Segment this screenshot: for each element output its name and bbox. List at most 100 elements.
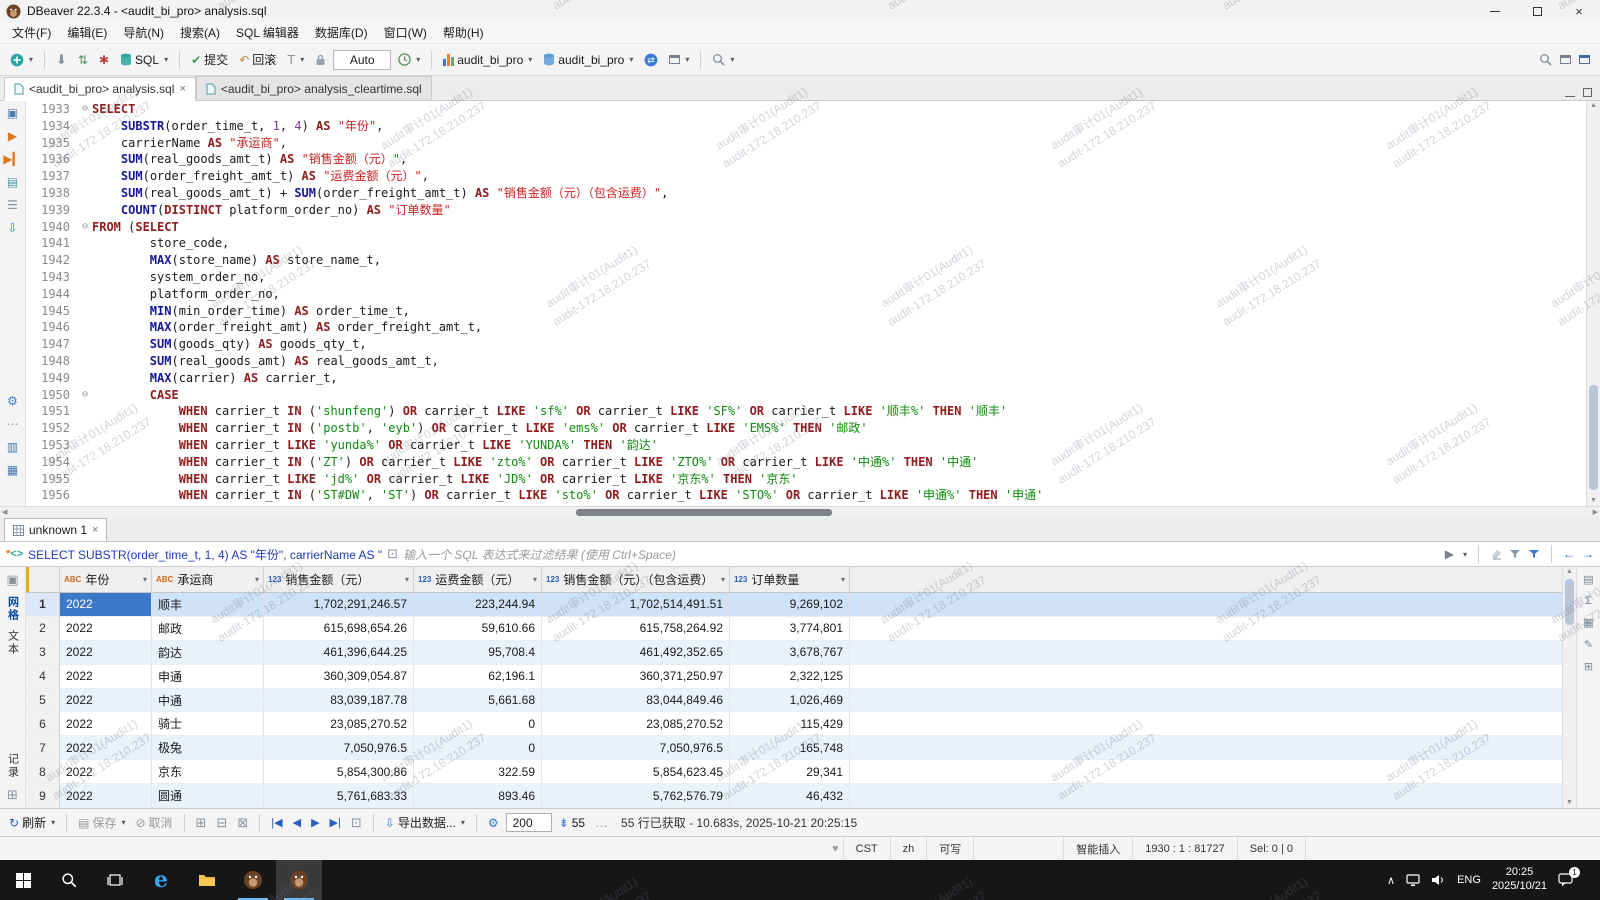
- table-cell[interactable]: 83,039,187.78: [264, 688, 414, 712]
- menu-navigate[interactable]: 导航(N): [115, 22, 172, 43]
- tray-display-icon[interactable]: [1406, 873, 1420, 887]
- value-panel-icon[interactable]: ▤: [1583, 573, 1593, 586]
- results-tab-close-icon[interactable]: ×: [92, 524, 98, 536]
- row-number[interactable]: 8: [26, 760, 60, 784]
- code-line[interactable]: 1939 COUNT(DISTINCT platform_order_no) A…: [26, 202, 1586, 219]
- table-cell[interactable]: 461,492,352.65: [542, 640, 730, 664]
- column-header-2[interactable]: ABC 承运商 ▾: [152, 567, 264, 592]
- table-cell[interactable]: 韵达: [152, 640, 264, 664]
- code-text[interactable]: carrierName AS "承运商",: [92, 135, 1586, 152]
- menu-sql-editor[interactable]: SQL 编辑器: [228, 22, 307, 43]
- table-cell[interactable]: 2022: [60, 688, 152, 712]
- table-cell[interactable]: 1,702,514,491.51: [542, 593, 730, 616]
- execute-sql-icon[interactable]: ▶: [5, 128, 21, 144]
- code-text[interactable]: MIN(min_order_time) AS order_time_t,: [92, 303, 1586, 320]
- table-row[interactable]: 7 2022 极兔 7,050,976.5 0 7,050,976.5 165,748: [26, 736, 1562, 761]
- table-cell[interactable]: 7,050,976.5: [264, 736, 414, 760]
- code-line[interactable]: 1936 SUM(real_goods_amt_t) AS "销售金额（元）",: [26, 151, 1586, 168]
- code-text[interactable]: SUM(real_goods_amt) AS real_goods_amt_t,: [92, 353, 1586, 370]
- table-cell[interactable]: 59,610.66: [414, 616, 542, 640]
- code-line[interactable]: 1945 MIN(min_order_time) AS order_time_t…: [26, 303, 1586, 320]
- table-cell[interactable]: 115,429: [730, 712, 850, 736]
- table-cell[interactable]: 95,708.4: [414, 640, 542, 664]
- menu-file[interactable]: 文件(F): [4, 22, 59, 43]
- next-row-icon[interactable]: ▶: [308, 816, 322, 829]
- table-cell[interactable]: 2022: [60, 712, 152, 736]
- table-row[interactable]: 9 2022 圆通 5,761,683.33 893.46 5,762,576.79 46,…: [26, 784, 1562, 808]
- more-options-icon[interactable]: …: [592, 813, 611, 832]
- code-text[interactable]: WHEN carrier_t LIKE 'jd%' OR carrier_t L…: [92, 471, 1586, 488]
- row-number[interactable]: 2: [26, 616, 60, 640]
- table-cell[interactable]: 2022: [60, 760, 152, 784]
- menu-help[interactable]: 帮助(H): [435, 22, 492, 43]
- table-cell[interactable]: 中通: [152, 688, 264, 712]
- table-cell[interactable]: 893.46: [414, 784, 542, 808]
- more-dots-icon[interactable]: ⋯: [5, 416, 21, 432]
- tray-expand-icon[interactable]: ∧: [1387, 874, 1395, 887]
- sort-dropdown-icon[interactable]: ▾: [143, 575, 147, 584]
- sort-dropdown-icon[interactable]: ▾: [721, 575, 725, 584]
- code-line[interactable]: 1944 platform_order_no,: [26, 286, 1586, 303]
- table-cell[interactable]: 615,758,264.92: [542, 616, 730, 640]
- code-text[interactable]: store_code,: [92, 235, 1586, 252]
- code-text[interactable]: MAX(order_freight_amt) AS order_freight_…: [92, 319, 1586, 336]
- last-row-icon[interactable]: ▶|: [327, 816, 344, 829]
- expand-filter-icon[interactable]: ⊡: [387, 546, 398, 562]
- schema-selector[interactable]: audit_bi_pro ▾: [539, 48, 637, 72]
- file-explorer-icon[interactable]: [184, 860, 230, 900]
- code-text[interactable]: system_order_no,: [92, 269, 1586, 286]
- maximize-editor-icon[interactable]: [1583, 86, 1592, 100]
- code-line[interactable]: 1952 WHEN carrier_t IN ('postb', 'eyb') …: [26, 420, 1586, 437]
- output-doc-icon[interactable]: ▥: [5, 439, 21, 455]
- minimize-button[interactable]: [1474, 0, 1516, 22]
- filter-query-text[interactable]: SELECT SUBSTR(order_time_t, 1, 4) AS "年份…: [28, 546, 382, 563]
- tray-volume-icon[interactable]: [1431, 874, 1446, 886]
- table-cell[interactable]: 9,269,102: [730, 593, 850, 616]
- arrow-down-icon-button[interactable]: ⬇: [52, 48, 71, 72]
- results-grid[interactable]: ABC 年份 ▾ ABC 承运商 ▾ 123 销售金额（元） ▾ 123 运费金额（元） ▾ 123 销售…: [26, 567, 1562, 808]
- network-sync-icon[interactable]: ⇄: [640, 48, 662, 72]
- duplicate-row-icon[interactable]: ⊟: [213, 813, 230, 833]
- table-cell[interactable]: 0: [414, 712, 542, 736]
- start-button[interactable]: [0, 860, 46, 900]
- table-cell[interactable]: 0: [414, 736, 542, 760]
- action-center-icon[interactable]: 1: [1558, 867, 1580, 887]
- column-header-1[interactable]: ABC 年份 ▾: [60, 567, 152, 592]
- swap-arrows-icon-button[interactable]: ⇅: [74, 48, 92, 72]
- table-cell[interactable]: 骑士: [152, 712, 264, 736]
- table-cell[interactable]: 2022: [60, 736, 152, 760]
- code-text[interactable]: SUBSTR(order_time_t, 1, 4) AS "年份",: [92, 118, 1586, 135]
- table-cell[interactable]: 5,762,576.79: [542, 784, 730, 808]
- column-header-5[interactable]: 123 销售金额（元）（包含运费） ▾: [542, 567, 730, 592]
- table-cell[interactable]: 29,341: [730, 760, 850, 784]
- taskbar-search-icon[interactable]: [46, 860, 92, 900]
- pin-panel-icon[interactable]: ▣: [6, 572, 18, 588]
- code-line[interactable]: 1949 MAX(carrier) AS carrier_t,: [26, 370, 1586, 387]
- menu-edit[interactable]: 编辑(E): [59, 22, 115, 43]
- table-cell[interactable]: 461,396,644.25: [264, 640, 414, 664]
- tray-language-label[interactable]: ENG: [1457, 874, 1481, 886]
- code-line[interactable]: 1935 carrierName AS "承运商",: [26, 135, 1586, 152]
- new-connection-button[interactable]: ▾: [6, 48, 37, 72]
- script-list-icon[interactable]: ☰: [5, 197, 21, 213]
- table-cell[interactable]: 322.59: [414, 760, 542, 784]
- table-cell[interactable]: 5,761,683.33: [264, 784, 414, 808]
- fold-marker-icon[interactable]: ⊖: [78, 387, 92, 404]
- table-cell[interactable]: 165,748: [730, 736, 850, 760]
- explain-plan-icon[interactable]: ▤: [5, 174, 21, 190]
- cancel-button[interactable]: ⊘ 取消: [132, 812, 175, 833]
- table-cell[interactable]: 2022: [60, 616, 152, 640]
- table-cell[interactable]: 223,244.94: [414, 593, 542, 616]
- scrollbar-thumb[interactable]: [1589, 384, 1598, 490]
- column-header-3[interactable]: 123 销售金额（元） ▾: [264, 567, 414, 592]
- table-cell[interactable]: 83,044,849.46: [542, 688, 730, 712]
- table-cell[interactable]: 3,774,801: [730, 616, 850, 640]
- table-cell[interactable]: 615,698,654.26: [264, 616, 414, 640]
- tab-analysis-cleartime-sql[interactable]: <audit_bi_pro> analysis_cleartime.sql: [195, 76, 432, 100]
- clear-filter-icon[interactable]: [1490, 548, 1502, 560]
- table-cell[interactable]: 2,322,125: [730, 664, 850, 688]
- code-line[interactable]: 1937 SUM(order_freight_amt_t) AS "运费金额（元…: [26, 168, 1586, 185]
- row-number[interactable]: 9: [26, 784, 60, 808]
- table-cell[interactable]: 5,661.68: [414, 688, 542, 712]
- row-number[interactable]: 7: [26, 736, 60, 760]
